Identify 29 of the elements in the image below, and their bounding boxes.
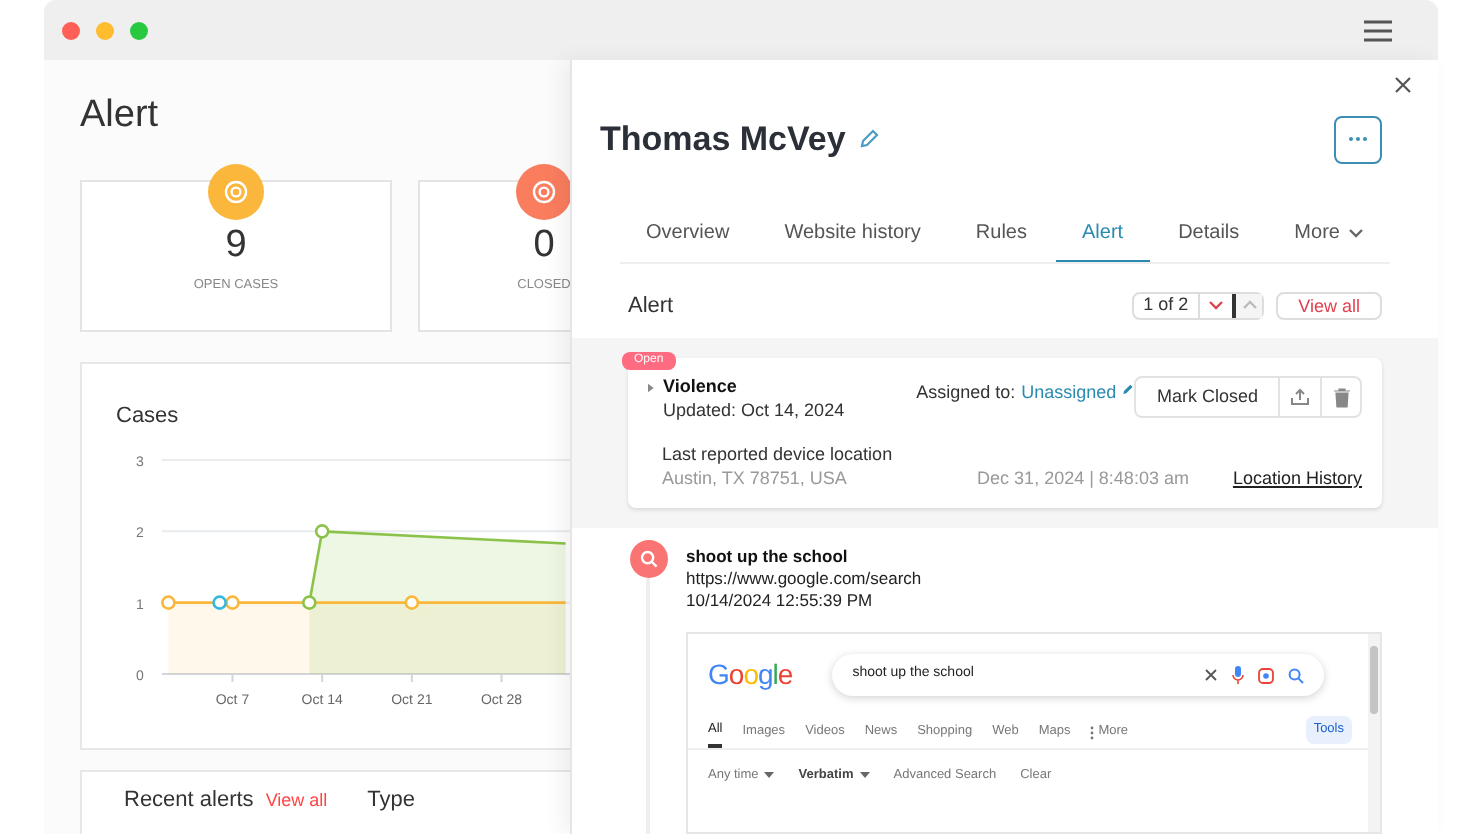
tab[interactable]: Overview — [620, 205, 756, 261]
search-url: https://www.google.com/search — [686, 568, 924, 590]
view-all-link[interactable]: View all — [265, 788, 328, 815]
assigned-label: Assigned to: — [916, 380, 1016, 406]
location-text: Austin, TX 78751, USA — [662, 466, 849, 490]
tab[interactable]: Alert — [1056, 205, 1150, 261]
location-history-link[interactable]: Location History — [1232, 466, 1362, 490]
location-timestamp: Dec 31, 2024 | 8:48:03 am — [977, 466, 1189, 490]
page-title: Alert — [80, 96, 161, 134]
section-title: Alert — [628, 291, 674, 321]
column-header: Type — [367, 786, 416, 816]
pager-count: 1 of 2 — [1141, 293, 1191, 318]
tab[interactable]: Website history — [758, 205, 947, 261]
more-menu-tab[interactable]: More — [1268, 205, 1390, 261]
alert-title: Violence — [663, 376, 739, 398]
google-logo: Google — [708, 656, 793, 694]
search-query: shoot up the school — [686, 546, 850, 568]
chart-title: Cases — [116, 402, 181, 432]
assignee-link[interactable]: Unassigned — [1021, 380, 1117, 407]
stat-value: 9 — [225, 226, 247, 264]
stat-value: 0 — [533, 226, 555, 264]
section-title: Recent alerts — [124, 786, 254, 816]
tab[interactable]: Details — [1152, 205, 1266, 261]
view-all-button[interactable]: View all — [1276, 291, 1382, 320]
search-time: 10/14/2024 12:55:39 PM — [686, 590, 875, 612]
location-label: Last reported device location — [662, 442, 893, 466]
alert-updated: Updated: Oct 14, 2024 — [663, 398, 845, 422]
tab[interactable]: Rules — [949, 205, 1053, 261]
contact-name: Thomas McVey — [600, 118, 846, 162]
